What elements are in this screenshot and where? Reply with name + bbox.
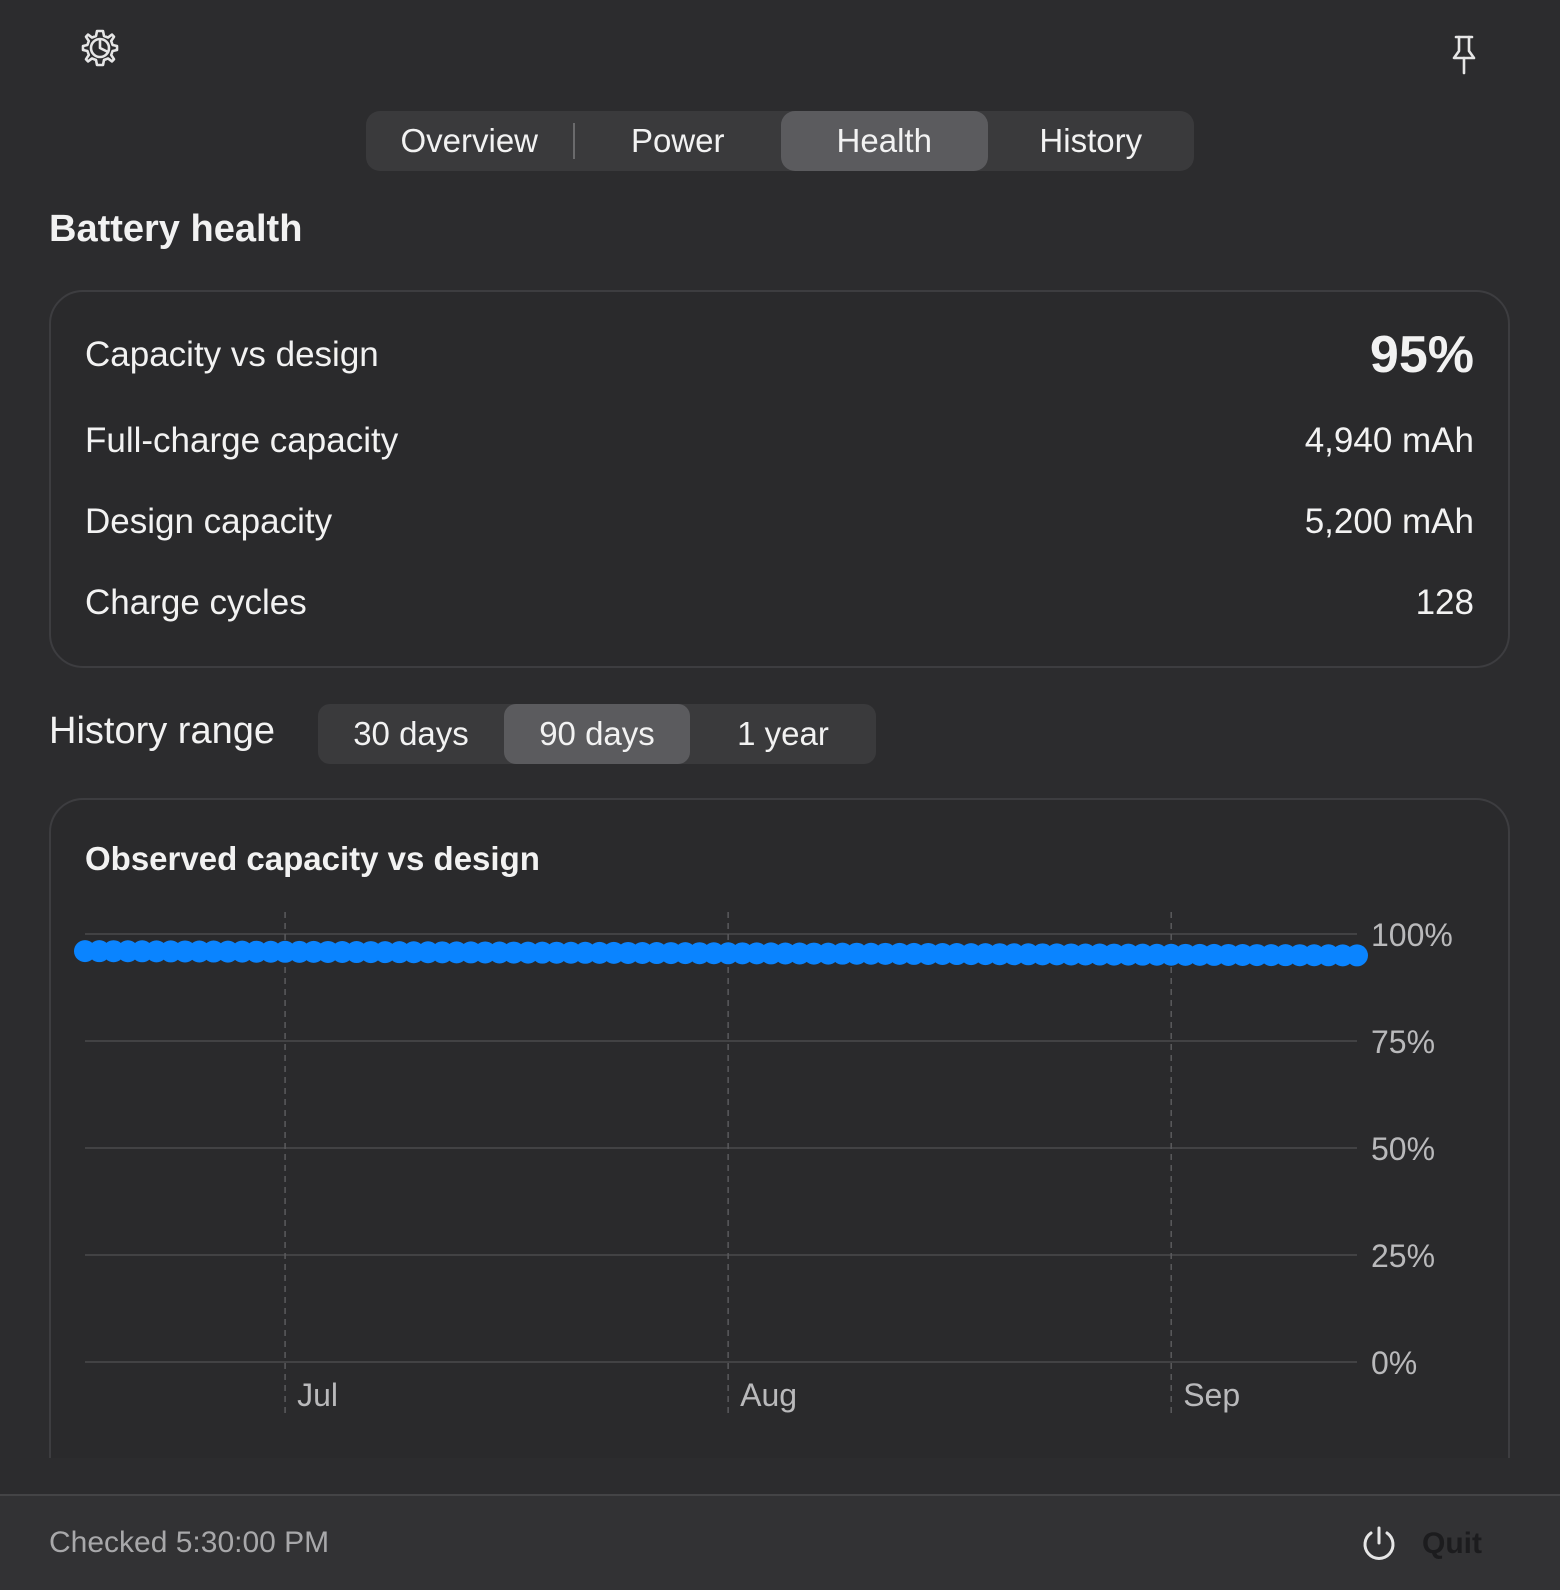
charge-cycles-label: Charge cycles — [85, 583, 307, 622]
capacity-chart-card: Observed capacity vs design 100% 75% 50% 25… — [49, 798, 1510, 1458]
history-range-label: History range — [49, 710, 275, 752]
x-tick-label: Jul — [297, 1377, 338, 1413]
tab-overview[interactable]: Overview — [366, 111, 573, 171]
y-tick-label: 0% — [1371, 1345, 1417, 1381]
data-point — [1346, 944, 1368, 967]
pin-button[interactable] — [1444, 30, 1484, 80]
last-checked-text: Checked 5:30:00 PM — [49, 1526, 330, 1559]
full-charge-capacity-row: Full-charge capacity 4,940 mAh — [85, 416, 1474, 466]
full-charge-capacity-value: 4,940 mAh — [1304, 421, 1474, 460]
tab-bar: Overview Power Health History — [366, 111, 1194, 171]
range-90-days[interactable]: 90 days — [504, 704, 690, 764]
tab-power[interactable]: Power — [575, 111, 782, 171]
pin-icon — [1452, 35, 1476, 75]
capacity-vs-design-value: 95% — [1369, 326, 1474, 384]
full-charge-capacity-label: Full-charge capacity — [85, 421, 399, 460]
quit-label: Quit — [1422, 1527, 1482, 1560]
charge-cycles-row: Charge cycles 128 — [85, 578, 1474, 628]
gear-icon — [81, 29, 119, 67]
capacity-vs-design-label: Capacity vs design — [85, 335, 379, 374]
quit-button[interactable]: Quit — [1360, 1514, 1482, 1574]
design-capacity-row: Design capacity 5,200 mAh — [85, 497, 1474, 547]
page-title: Battery health — [49, 208, 303, 250]
health-stats-card: Capacity vs design 95% Full-charge capac… — [49, 290, 1510, 668]
range-1-year[interactable]: 1 year — [690, 704, 876, 764]
x-tick-label: Aug — [740, 1377, 797, 1413]
tab-health[interactable]: Health — [781, 111, 988, 171]
settings-button[interactable] — [76, 24, 124, 72]
x-tick-label: Sep — [1183, 1377, 1240, 1413]
history-range-selector: 30 days 90 days 1 year — [318, 704, 876, 764]
charge-cycles-value: 128 — [1415, 583, 1474, 622]
power-icon — [1363, 1526, 1395, 1560]
tab-history[interactable]: History — [988, 111, 1195, 171]
design-capacity-label: Design capacity — [85, 502, 333, 541]
y-tick-label: 75% — [1371, 1024, 1435, 1060]
y-tick-label: 100% — [1371, 917, 1453, 953]
capacity-chart: 100% 75% 50% 25% 0% Jul Aug Sep — [74, 912, 1453, 1416]
y-tick-label: 25% — [1371, 1238, 1435, 1274]
capacity-vs-design-row: Capacity vs design 95% — [85, 326, 1474, 384]
design-capacity-value: 5,200 mAh — [1304, 502, 1474, 541]
range-30-days[interactable]: 30 days — [318, 704, 504, 764]
y-tick-label: 50% — [1371, 1131, 1435, 1167]
